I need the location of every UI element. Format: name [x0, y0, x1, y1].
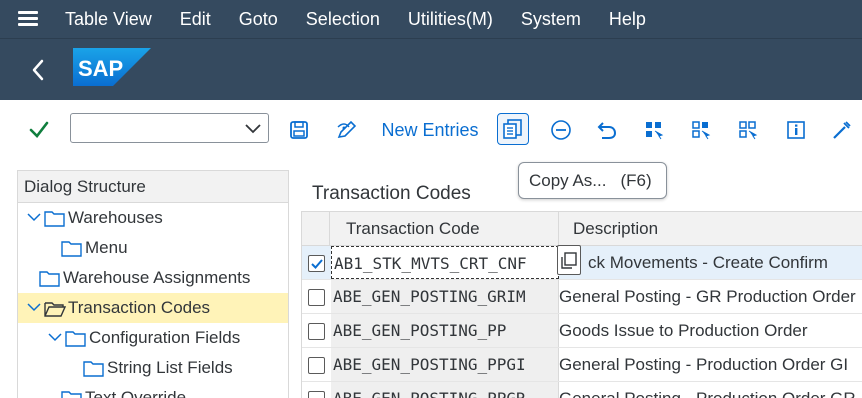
tree-item-label: Menu [85, 238, 128, 257]
hamburger-menu-icon[interactable] [18, 11, 38, 27]
description-cell[interactable]: ck Movements - Create Confirm [559, 246, 862, 279]
menu-selection[interactable]: Selection [306, 9, 380, 30]
tooltip-shortcut: (F6) [620, 170, 652, 190]
tree-item-menu[interactable]: Menu [18, 233, 288, 263]
description-cell[interactable]: General Posting - Production Order GR [559, 382, 862, 398]
transaction-code-cell[interactable]: ABE_GEN_POSTING_PP [331, 314, 559, 347]
copy-as-tooltip: Copy As... (F6) [518, 162, 667, 199]
info-icon[interactable] [783, 114, 809, 146]
menu-utilities[interactable]: Utilities(M) [408, 9, 493, 30]
column-header-transaction-code[interactable]: Transaction Code [330, 212, 559, 246]
table-row[interactable]: AB1_STK_MVTS_CRT_CNF ck Movements - Crea… [302, 246, 862, 280]
menu-items: Table View Edit Goto Selection Utilities… [65, 0, 674, 38]
save-icon[interactable] [287, 114, 311, 146]
check-icon[interactable] [26, 114, 52, 146]
command-field[interactable] [70, 113, 269, 143]
command-input[interactable] [71, 114, 241, 142]
display-change-icon[interactable] [334, 114, 360, 146]
row-checkbox[interactable] [308, 323, 325, 340]
menu-edit[interactable]: Edit [180, 9, 211, 30]
description-cell[interactable]: Goods Issue to Production Order [559, 314, 862, 347]
row-checkbox[interactable] [308, 255, 325, 272]
row-checkbox[interactable] [308, 357, 325, 374]
menu-bar: Table View Edit Goto Selection Utilities… [0, 0, 862, 38]
tree-item-warehouses[interactable]: Warehouses [18, 203, 288, 233]
grid-title: Transaction Codes [312, 183, 471, 204]
tree-item-label: Transaction Codes [68, 298, 211, 317]
description-cell[interactable]: General Posting - GR Production Order [559, 280, 862, 313]
table-row[interactable]: ABE_GEN_POSTING_PPGI General Posting - P… [302, 348, 862, 382]
chevron-down-icon[interactable] [45, 328, 65, 348]
folder-icon [61, 391, 82, 398]
tree-item-string-list-fields[interactable]: String List Fields [18, 353, 288, 383]
select-all-icon[interactable] [641, 114, 667, 146]
chevron-down-icon[interactable] [24, 298, 44, 318]
copy-as-button[interactable] [497, 113, 529, 145]
folder-icon [83, 361, 104, 377]
folder-open-icon [65, 331, 86, 347]
table-row[interactable]: ABE_GEN_POSTING_PP Goods Issue to Produc… [302, 314, 862, 348]
dialog-structure-panel: Dialog Structure Warehouses Menu Warehou… [17, 170, 289, 398]
table-header: Transaction Code Description [302, 212, 862, 246]
shell-bar: SAP [0, 38, 862, 100]
tree-item-transaction-codes[interactable]: Transaction Codes [18, 293, 288, 323]
menu-goto[interactable]: Goto [239, 9, 278, 30]
tree-item-text-override[interactable]: Text Override [18, 383, 288, 398]
menu-system[interactable]: System [521, 9, 581, 30]
table-row[interactable]: ABE_GEN_POSTING_GRIM General Posting - G… [302, 280, 862, 314]
select-block-icon[interactable] [688, 114, 714, 146]
transaction-code-cell[interactable]: AB1_STK_MVTS_CRT_CNF [331, 246, 559, 279]
dialog-structure-header: Dialog Structure [18, 171, 288, 203]
description-cell[interactable]: General Posting - Production Order GI [559, 348, 862, 381]
transaction-code-cell[interactable]: ABE_GEN_POSTING_PPGI [331, 348, 559, 381]
chevron-down-icon[interactable] [24, 208, 44, 228]
menu-table-view[interactable]: Table View [65, 9, 152, 30]
checkmark-icon [311, 259, 323, 269]
select-all-column-header[interactable] [302, 212, 330, 246]
deselect-all-icon[interactable] [735, 114, 761, 146]
tooltip-label: Copy As... [529, 170, 607, 190]
tree-item-label: Warehouses [68, 208, 163, 227]
sap-logo: SAP [73, 48, 151, 86]
transaction-codes-table: Transaction Code Description AB1_STK_MVT… [301, 211, 862, 398]
transaction-code-cell[interactable]: ABE_GEN_POSTING_GRIM [331, 280, 559, 313]
tree-item-warehouse-assignments[interactable]: Warehouse Assignments [18, 263, 288, 293]
transaction-code-cell[interactable]: ABE_GEN_POSTING_PPGR [331, 382, 559, 398]
folder-open-icon [44, 211, 65, 227]
row-checkbox[interactable] [308, 391, 325, 398]
menu-help[interactable]: Help [609, 9, 646, 30]
chevron-down-icon[interactable] [242, 118, 264, 138]
tree-item-label: String List Fields [107, 358, 233, 377]
tree-item-configuration-fields[interactable]: Configuration Fields [18, 323, 288, 353]
delete-icon[interactable] [548, 114, 574, 146]
folder-open-icon [44, 302, 66, 317]
new-entries-button[interactable]: New Entries [378, 114, 482, 146]
row-checkbox[interactable] [308, 289, 325, 306]
tree-item-label: Configuration Fields [89, 328, 241, 347]
undo-icon[interactable] [594, 114, 620, 146]
customize-icon[interactable] [829, 114, 855, 146]
table-row[interactable]: ABE_GEN_POSTING_PPGR General Posting - P… [302, 382, 862, 398]
tree-item-label: Text Override [85, 388, 187, 398]
folder-icon [61, 241, 82, 257]
toolbar: New Entries [0, 100, 862, 160]
cell-copy-icon[interactable] [557, 245, 581, 275]
svg-text:SAP: SAP [78, 56, 123, 81]
column-header-description[interactable]: Description [559, 212, 862, 246]
back-icon[interactable] [26, 56, 50, 84]
folder-icon [39, 271, 60, 287]
tree-item-label: Warehouse Assignments [63, 268, 251, 287]
